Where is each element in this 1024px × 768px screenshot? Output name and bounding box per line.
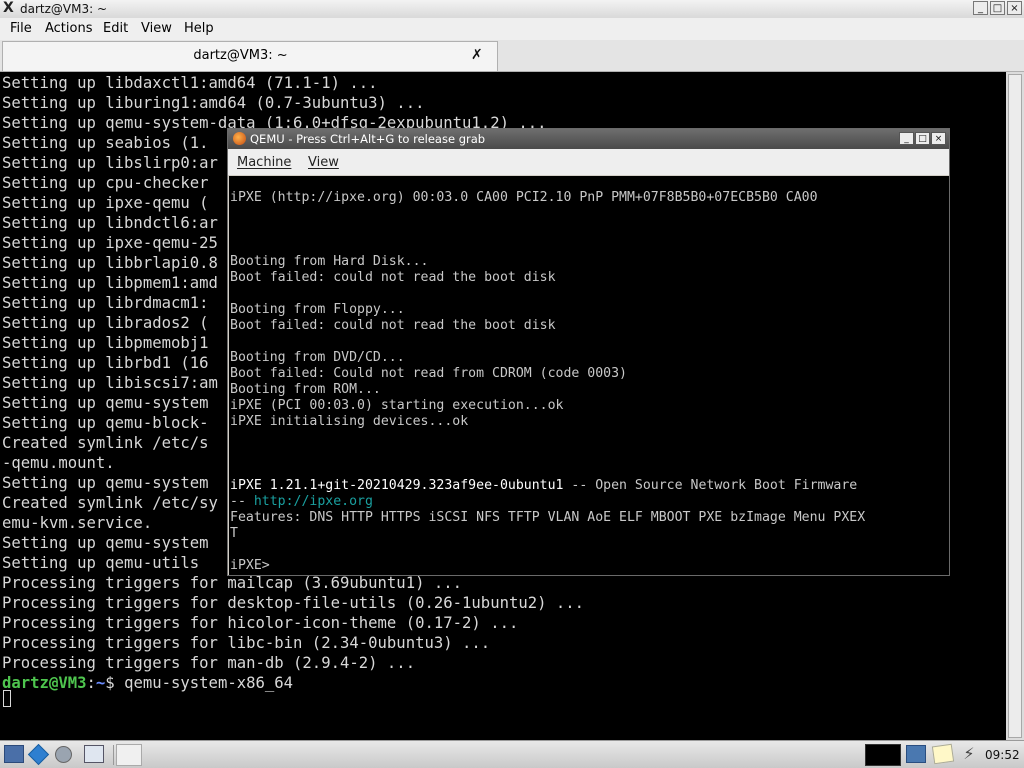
qemu-title: QEMU - Press Ctrl+Alt+G to release grab — [250, 132, 486, 146]
terminal-line: Setting up libiscsi7:am — [2, 374, 218, 392]
ipxe-link-line: -- http://ipxe.org — [230, 494, 373, 510]
terminal-line: Setting up ipxe-qemu-25 — [2, 234, 218, 252]
window-title: dartz@VM3: ~ — [20, 2, 108, 16]
terminal-prompt-line: dartz@VM3:~$ qemu-system-x86_64 — [2, 673, 293, 693]
start-menu-icon[interactable] — [27, 743, 50, 766]
terminal-line: Setting up libpmem1:amd — [2, 274, 218, 292]
terminal-line: Setting up cpu-checker — [2, 174, 209, 192]
qemu-close-button[interactable]: × — [931, 132, 946, 145]
menu-edit[interactable]: Edit — [103, 21, 128, 37]
prompt-path: ~ — [95, 674, 106, 692]
terminal-scrollbar[interactable] — [1006, 72, 1024, 740]
qemu-logo-icon — [233, 132, 246, 145]
ipxe-version-line: iPXE 1.21.1+git-20210429.323af9ee-0ubunt… — [230, 478, 857, 494]
terminal-line: Setting up libdaxctl1:amd64 (71.1-1) ... — [2, 74, 378, 92]
ipxe-dash: -- — [230, 494, 254, 509]
scrollbar-thumb[interactable] — [1008, 74, 1022, 738]
taskbar-separator — [113, 745, 114, 765]
show-desktop-icon[interactable] — [4, 745, 24, 763]
qemu-menu-bar: Machine View — [228, 149, 949, 175]
terminal-line: Setting up libslirp0:ar — [2, 154, 218, 172]
terminal-line: Setting up qemu-system — [2, 534, 209, 552]
boot-line: Booting from ROM... — [230, 382, 381, 397]
terminal-line: Processing triggers for mailcap (3.69ubu… — [2, 574, 463, 592]
terminal-line: Setting up qemu-block- — [2, 414, 209, 432]
minimize-button[interactable]: _ — [973, 1, 988, 15]
terminal-line: Processing triggers for desktop-file-uti… — [2, 594, 585, 612]
prompt-command: qemu-system-x86_64 — [124, 674, 294, 692]
menu-bar: File Actions Edit View Help — [0, 18, 1024, 40]
terminal-line: Processing triggers for hicolor-icon-the… — [2, 614, 519, 632]
terminal-line: Processing triggers for man-db (2.9.4-2)… — [2, 654, 416, 672]
terminal-line: Setting up seabios (1. — [2, 134, 209, 152]
taskbar-clock[interactable]: 09:52 — [985, 748, 1020, 762]
x-logo-icon: X — [3, 0, 14, 16]
boot-line: iPXE initialising devices...ok — [230, 414, 469, 429]
ipxe-features: Features: DNS HTTP HTTPS iSCSI NFS TFTP … — [230, 510, 866, 525]
window-list-icon[interactable] — [84, 745, 104, 763]
tab-terminal[interactable]: dartz@VM3: ~ ✗ — [2, 41, 498, 71]
terminal-line: Setting up ipxe-qemu ( — [2, 194, 209, 212]
terminal-line: Setting up qemu-utils — [2, 554, 200, 572]
qemu-minimize-button[interactable]: _ — [899, 132, 914, 145]
tab-label: dartz@VM3: ~ — [193, 48, 288, 63]
qemu-vm-screen[interactable]: iPXE (http://ipxe.org) 00:03.0 CA00 PCI2… — [229, 176, 949, 575]
settings-icon[interactable] — [55, 746, 72, 763]
taskbar: ⚡ 09:52 — [0, 740, 1024, 768]
terminal-line: Setting up libbrlapi0.8 — [2, 254, 218, 272]
boot-line: iPXE (PCI 00:03.0) starting execution...… — [230, 398, 564, 413]
menu-help[interactable]: Help — [184, 21, 214, 37]
qemu-menu-view[interactable]: View — [308, 155, 339, 170]
ipxe-prompt[interactable]: iPXE> — [230, 558, 270, 574]
terminal-line: -qemu.mount. — [2, 454, 115, 472]
taskbar-task-button[interactable] — [116, 744, 142, 766]
ipxe-header: iPXE (http://ipxe.org) 00:03.0 CA00 PCI2… — [230, 190, 818, 205]
window-titlebar[interactable]: X dartz@VM3: ~ _ □ × — [0, 0, 1024, 19]
terminal-line: Processing triggers for libc-bin (2.34-0… — [2, 634, 491, 652]
boot-line: Booting from Hard Disk... — [230, 254, 429, 269]
cpu-monitor-widget — [865, 744, 901, 766]
tab-strip: dartz@VM3: ~ ✗ — [0, 40, 1024, 72]
boot-line: Booting from DVD/CD... — [230, 350, 405, 365]
terminal-cursor — [3, 690, 11, 707]
terminal-line: Setting up qemu-system — [2, 474, 209, 492]
terminal-line: Setting up libpmemobj1 — [2, 334, 209, 352]
notes-icon[interactable] — [931, 743, 955, 765]
terminal-line: Setting up liburing1:amd64 (0.7-3ubuntu3… — [2, 94, 425, 112]
boot-line: Booting from Floppy... — [230, 302, 405, 317]
boot-line: Boot failed: could not read the boot dis… — [230, 318, 556, 333]
prompt-symbol: $ — [105, 674, 125, 692]
close-button[interactable]: × — [1007, 1, 1022, 15]
tab-close-icon[interactable]: ✗ — [471, 46, 483, 64]
prompt-sep: : — [86, 674, 96, 692]
menu-actions[interactable]: Actions — [45, 21, 93, 37]
ipxe-features-wrap: T — [230, 526, 238, 541]
qemu-menu-machine[interactable]: Machine — [237, 155, 291, 170]
qemu-maximize-button[interactable]: □ — [915, 132, 930, 145]
boot-line: Boot failed: Could not read from CDROM (… — [230, 366, 627, 381]
menu-view[interactable]: View — [141, 21, 172, 37]
network-icon[interactable] — [906, 745, 926, 763]
terminal-line: Setting up librdmacm1: — [2, 294, 209, 312]
qemu-window[interactable]: QEMU - Press Ctrl+Alt+G to release grab … — [227, 128, 950, 576]
prompt-user: dartz@VM3 — [2, 674, 87, 692]
terminal-line: Setting up qemu-system — [2, 394, 209, 412]
power-plug-icon[interactable]: ⚡ — [960, 745, 978, 763]
ipxe-version: iPXE 1.21.1+git-20210429.323af9ee-0ubunt… — [230, 478, 564, 493]
terminal-line: emu-kvm.service. — [2, 514, 153, 532]
qemu-titlebar[interactable]: QEMU - Press Ctrl+Alt+G to release grab … — [228, 129, 949, 149]
maximize-button[interactable]: □ — [990, 1, 1005, 15]
ipxe-version-suffix: -- Open Source Network Boot Firmware — [563, 478, 858, 493]
terminal-line: Setting up librados2 ( — [2, 314, 209, 332]
boot-line: Boot failed: could not read the boot dis… — [230, 270, 556, 285]
terminal-line: Setting up librbd1 (16 — [2, 354, 209, 372]
menu-file[interactable]: File — [10, 21, 32, 37]
terminal-line: Setting up libndctl6:ar — [2, 214, 218, 232]
ipxe-link: http://ipxe.org — [253, 494, 373, 509]
